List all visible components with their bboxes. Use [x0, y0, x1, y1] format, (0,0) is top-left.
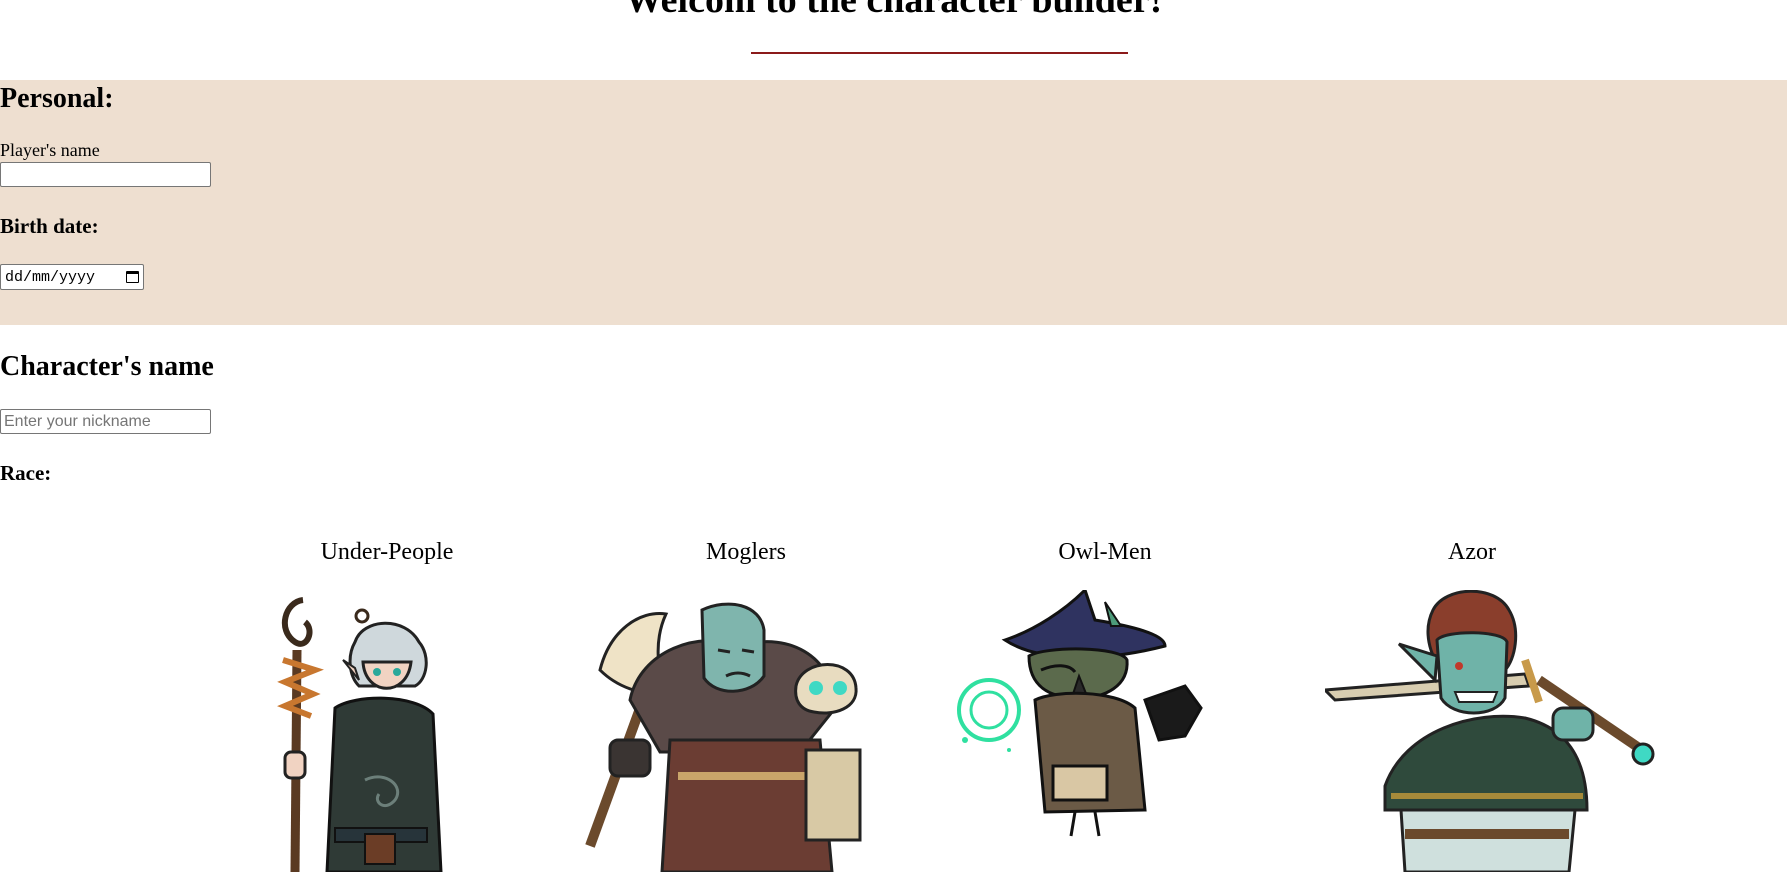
- elf-staff-portrait-icon[interactable]: [255, 590, 495, 872]
- personal-section: Personal: Player's name Birth date: dd/m…: [0, 80, 1787, 325]
- player-name-label: Player's name: [0, 140, 100, 160]
- character-name-heading: Character's name: [0, 351, 214, 382]
- page-title: Welcom to the character builder!: [624, 0, 1163, 21]
- race-label-under-people[interactable]: Under-People: [267, 538, 507, 566]
- race-heading: Race:: [0, 461, 52, 485]
- birth-date-placeholder: dd/mm/yyyy: [5, 268, 96, 286]
- player-name-input[interactable]: [0, 162, 211, 187]
- title-divider: [751, 52, 1128, 54]
- goblin-sword-portrait-icon[interactable]: [1325, 590, 1655, 872]
- race-label-owl-men[interactable]: Owl-Men: [985, 538, 1225, 566]
- owl-wizard-portrait-icon[interactable]: [945, 590, 1245, 872]
- calendar-icon[interactable]: [126, 271, 139, 283]
- birth-date-input[interactable]: dd/mm/yyyy: [0, 264, 144, 290]
- nickname-input[interactable]: [0, 409, 211, 434]
- race-label-moglers[interactable]: Moglers: [626, 538, 866, 566]
- race-label-azor[interactable]: Azor: [1352, 538, 1592, 566]
- orc-axe-portrait-icon[interactable]: [570, 590, 900, 872]
- personal-heading: Personal:: [0, 83, 114, 114]
- birth-date-heading: Birth date:: [0, 214, 99, 238]
